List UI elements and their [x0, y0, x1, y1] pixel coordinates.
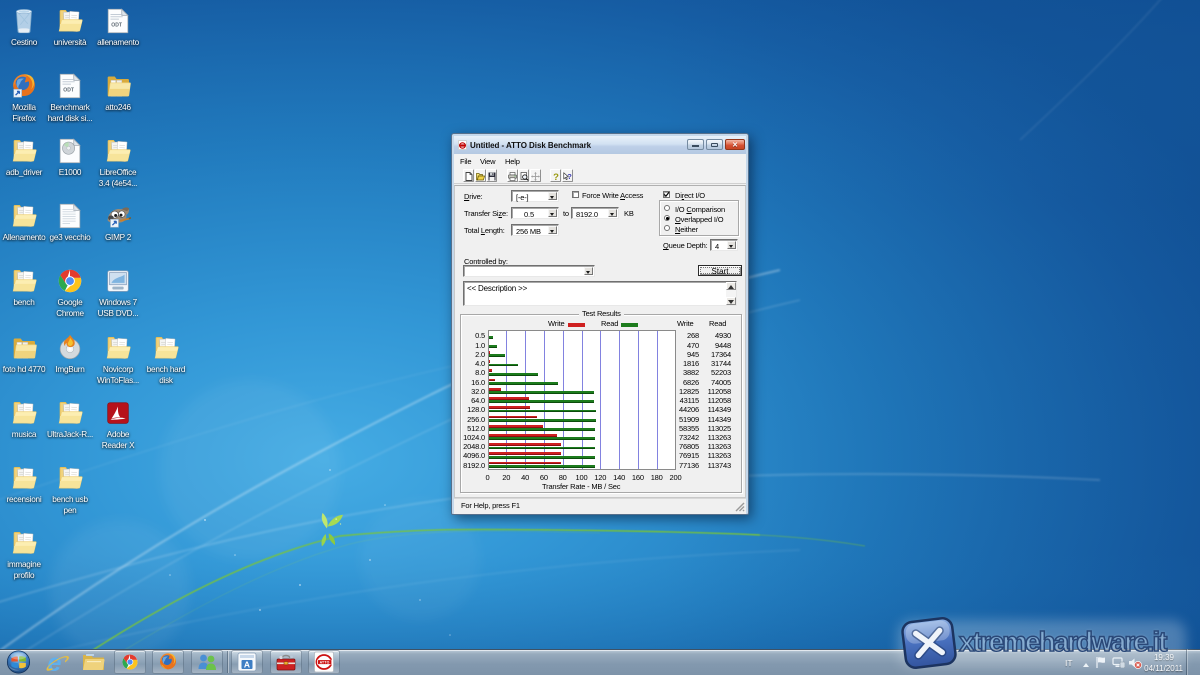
- svg-text:A: A: [244, 660, 250, 670]
- svg-text:ATTO: ATTO: [320, 660, 330, 664]
- svg-text:ODT: ODT: [111, 23, 123, 29]
- svg-text:ODT: ODT: [63, 88, 75, 94]
- svg-text:?: ?: [553, 172, 559, 181]
